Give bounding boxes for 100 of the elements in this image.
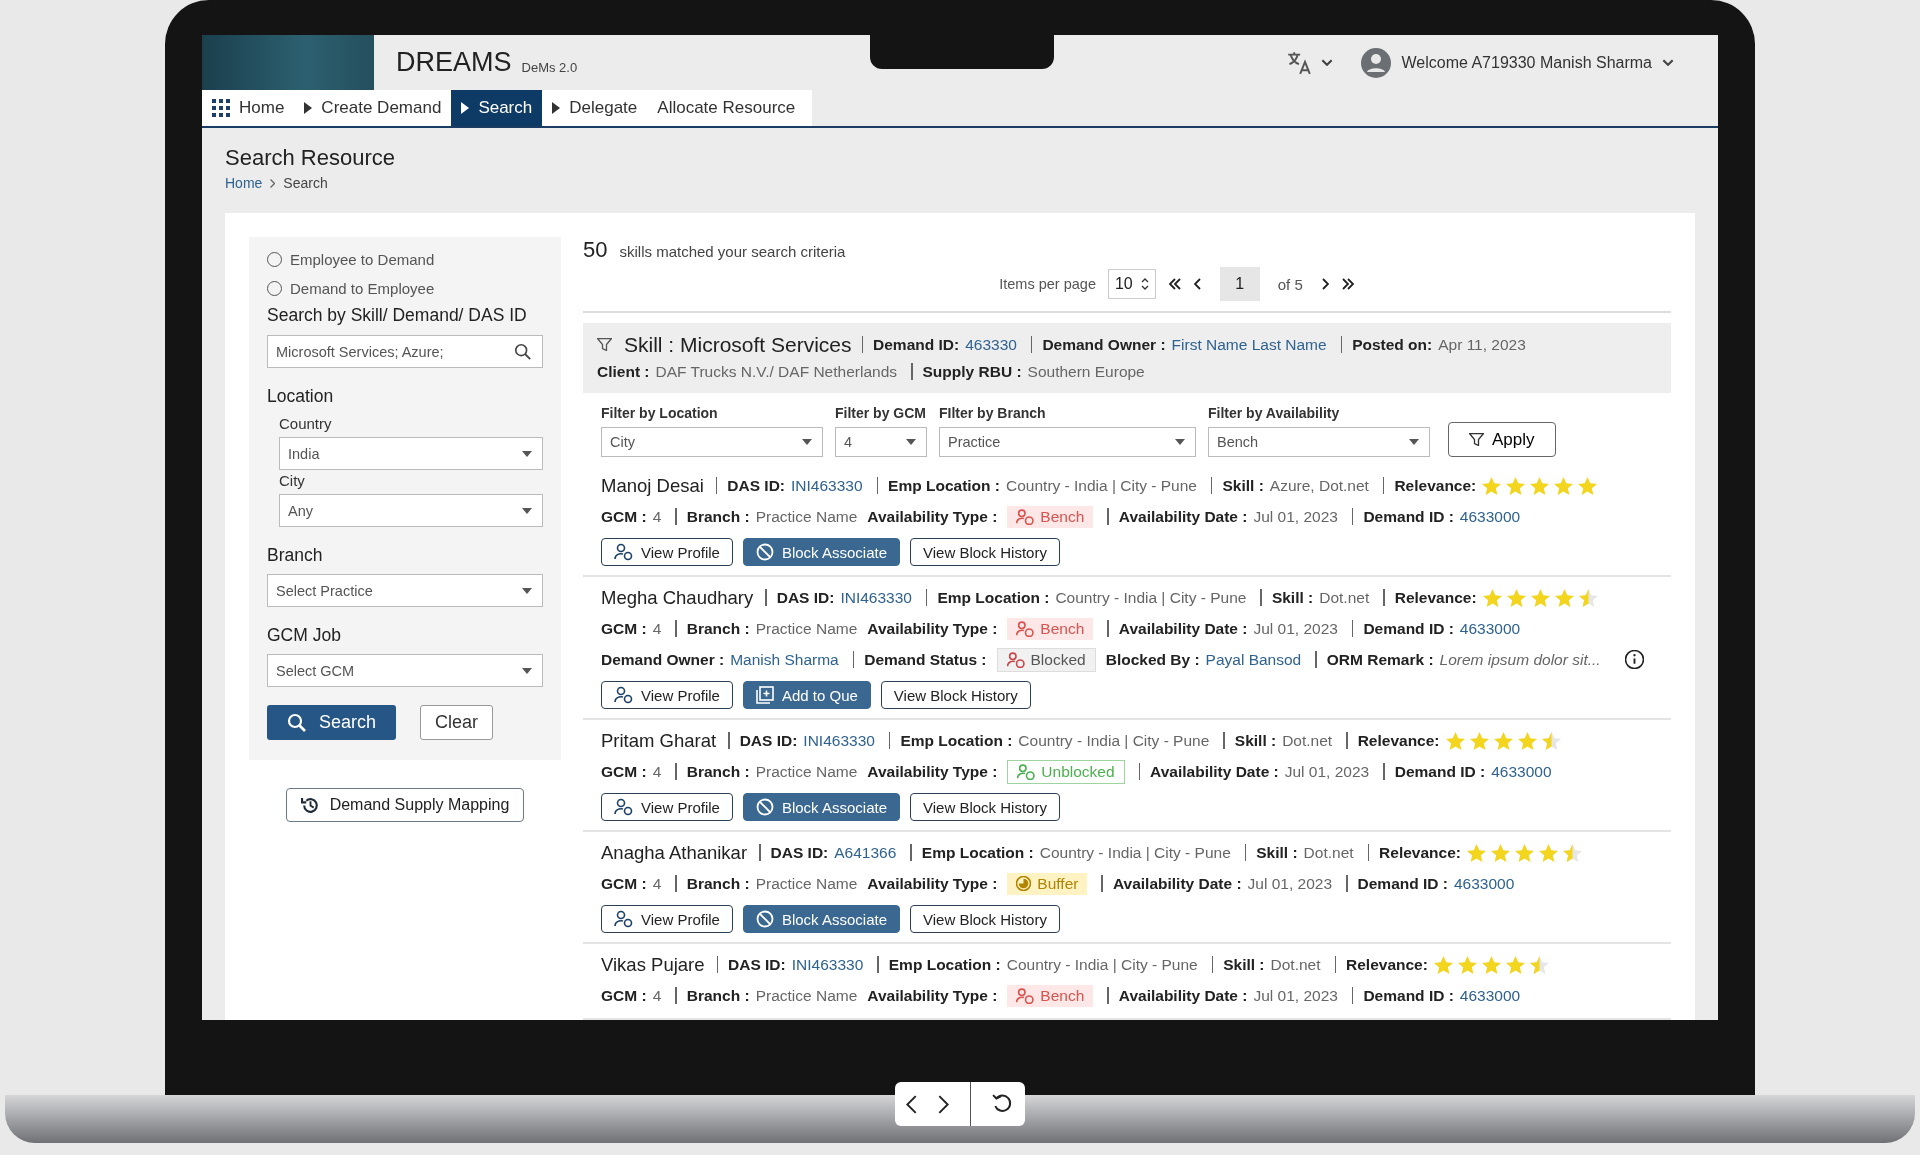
first-page-icon[interactable]	[1167, 278, 1182, 290]
filter-dropdown[interactable]: Practice	[939, 427, 1196, 457]
action-button[interactable]: Block Associate	[742, 905, 900, 933]
field-label: Relevance:	[1346, 955, 1428, 974]
nav-tab[interactable]: Search	[451, 90, 543, 126]
dropdown[interactable]: Select Practice	[267, 574, 543, 607]
filter-dropdown[interactable]: 4	[835, 427, 927, 457]
associate-name[interactable]: Megha Chaudhary	[601, 586, 754, 609]
skill-title: Skill : Microsoft Services	[624, 332, 852, 357]
section-label: Location	[267, 386, 335, 407]
section-label: Branch	[267, 545, 324, 566]
action-button[interactable]: View Block History	[880, 681, 1031, 709]
status-tag: Bench	[1007, 505, 1094, 528]
clear-button[interactable]: Clear	[420, 705, 494, 740]
action-button[interactable]: View Profile	[601, 793, 733, 821]
field-value: Country - India | City - Pune	[1055, 588, 1247, 607]
field-value: Practice Name	[755, 874, 858, 893]
field-link[interactable]: INI463330	[840, 588, 912, 607]
star-icon	[1445, 731, 1465, 750]
info-icon[interactable]	[1624, 650, 1644, 669]
star-icon	[1578, 476, 1598, 495]
star-icon	[1529, 955, 1549, 974]
back-icon[interactable]	[905, 1094, 917, 1114]
chevron-down-icon[interactable]	[1662, 59, 1674, 66]
person-icon	[1016, 508, 1035, 525]
filter-dropdown[interactable]: Bench	[1208, 427, 1430, 457]
field-link[interactable]: 4633000	[1459, 619, 1521, 638]
field-link[interactable]: INI463330	[803, 731, 875, 750]
user-avatar-icon[interactable]	[1361, 47, 1392, 78]
radio-label[interactable]: Employee to Demand	[290, 251, 435, 268]
action-button[interactable]: View Block History	[910, 793, 1060, 821]
field-value: Dot.net	[1270, 955, 1321, 974]
add-square-icon	[755, 686, 774, 704]
search-button[interactable]: Search	[267, 705, 397, 740]
previous-page-icon[interactable]	[1193, 278, 1202, 290]
associate-name[interactable]: Vikas Pujare	[601, 953, 705, 976]
person-icon	[614, 543, 633, 561]
field-label: Emp Location :	[900, 731, 1013, 750]
associate-name[interactable]: Manoj Desai	[601, 474, 704, 497]
field-value: Practice Name	[755, 619, 858, 638]
field-label: Branch :	[686, 986, 750, 1005]
field-label: GCM :	[601, 619, 647, 638]
field-link[interactable]: 4633000	[1454, 874, 1515, 893]
action-button[interactable]: Block Associate	[742, 793, 900, 821]
action-button[interactable]: View Profile	[601, 905, 733, 933]
field-link[interactable]: First Name Last Name	[1171, 335, 1327, 354]
star-icon	[1506, 476, 1526, 495]
field-value: Dot.net	[1303, 843, 1354, 862]
radio-label[interactable]: Demand to Employee	[290, 280, 435, 297]
dropdown[interactable]: Any	[279, 494, 543, 527]
field-link[interactable]: INI463330	[791, 476, 863, 495]
action-button[interactable]: Block Associate	[742, 538, 900, 566]
caret-down-icon	[906, 439, 916, 445]
action-button[interactable]: Add to Que	[742, 681, 871, 709]
demand-supply-mapping-button[interactable]: Demand Supply Mapping	[285, 788, 525, 822]
nav-tab[interactable]: Create Demand	[294, 90, 452, 126]
action-button[interactable]: View Block History	[910, 538, 1060, 566]
caret-down-icon	[522, 450, 532, 457]
person-icon	[614, 686, 633, 704]
nav-tab[interactable]: Home	[202, 90, 295, 126]
field-value: Country - India | City - Pune	[1006, 476, 1197, 495]
filter-dropdown[interactable]: City	[601, 427, 823, 457]
field-value: 4	[652, 762, 662, 781]
apply-button[interactable]: Apply	[1448, 422, 1556, 457]
field-link[interactable]: INI463330	[791, 955, 864, 974]
last-page-icon[interactable]	[1340, 278, 1355, 290]
action-button[interactable]: View Profile	[601, 681, 733, 709]
breadcrumb-link[interactable]: Home	[225, 175, 263, 191]
field-label: DAS ID:	[739, 731, 798, 750]
search-icon[interactable]	[514, 342, 532, 361]
field-value: Practice Name	[755, 762, 858, 781]
action-button[interactable]: View Block History	[910, 905, 1060, 933]
field-link[interactable]: Manish Sharma	[730, 650, 839, 669]
star-icon	[1541, 731, 1561, 750]
field-link[interactable]: 4633000	[1459, 507, 1521, 526]
forward-icon[interactable]	[937, 1094, 949, 1114]
field-label: Demand ID :	[1363, 986, 1454, 1005]
field-link[interactable]: Payal Bansod	[1205, 650, 1302, 669]
associate-name[interactable]: Pritam Gharat	[601, 729, 717, 752]
nav-tab[interactable]: Delegate	[542, 90, 648, 126]
status-tag: Blocked	[996, 647, 1096, 672]
dropdown[interactable]: India	[279, 437, 543, 470]
field-link[interactable]: 4633000	[1459, 986, 1521, 1005]
field-link[interactable]: 463330	[965, 335, 1017, 354]
associate-name[interactable]: Anagha Athanikar	[601, 841, 748, 864]
caret-icon	[461, 102, 470, 114]
items-per-page-field[interactable]: 10	[1107, 269, 1156, 299]
chevron-down-icon[interactable]	[1321, 59, 1334, 66]
star-icon	[1517, 731, 1537, 750]
dropdown[interactable]: Select GCM	[267, 654, 543, 687]
action-button[interactable]: View Profile	[601, 538, 733, 566]
nav-tab[interactable]: Allocate Resource	[647, 90, 806, 126]
field-link[interactable]: 4633000	[1491, 762, 1552, 781]
page-number-field[interactable]: 1	[1219, 267, 1260, 301]
translate-icon[interactable]	[1287, 50, 1312, 75]
search-field[interactable]: Microsoft Services; Azure;	[267, 335, 543, 368]
status-tag: Bench	[1007, 984, 1094, 1007]
field-label: Availability Date :	[1112, 874, 1242, 893]
field-link[interactable]: A641366	[834, 843, 897, 862]
next-page-icon[interactable]	[1320, 278, 1329, 290]
